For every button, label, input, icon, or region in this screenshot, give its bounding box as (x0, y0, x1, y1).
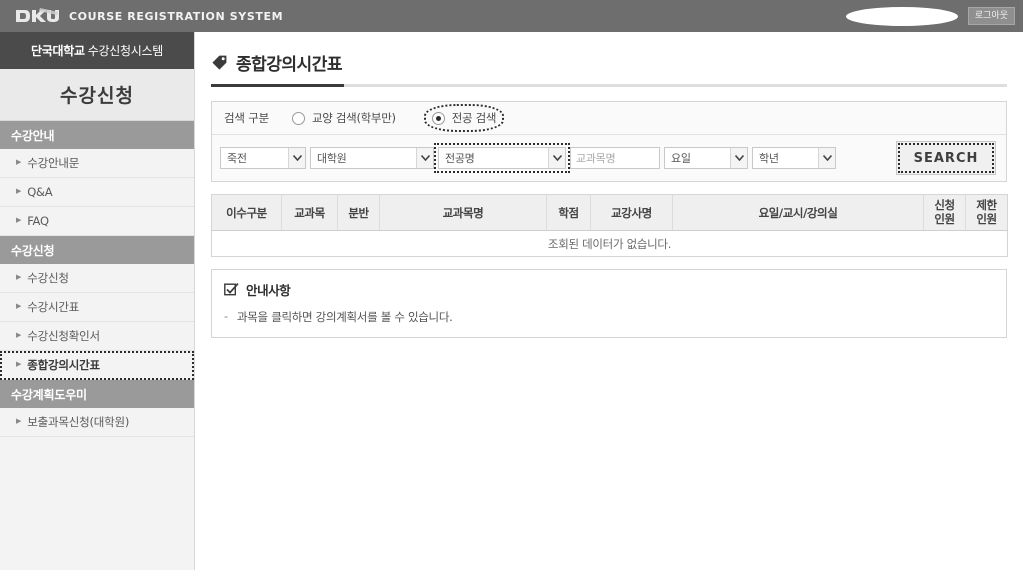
chevron-right-icon: ▶ (16, 187, 22, 195)
radio-major-icon[interactable] (431, 111, 445, 125)
college-select[interactable]: 대학원 (310, 147, 434, 169)
sidebar-item-faq[interactable]: ▶ FAQ (0, 207, 194, 236)
page-title: 종합강의시간표 (236, 55, 342, 75)
col-course-code: 교과목 (281, 194, 338, 231)
tag-icon (211, 54, 228, 71)
day-select[interactable]: 요일 (664, 147, 748, 169)
sidebar-item-label: 수강시간표 (27, 300, 80, 314)
chevron-down-icon (818, 148, 835, 168)
sidebar-item-supplementary-course[interactable]: ▶ 보출과목신청(대학원) (0, 408, 194, 437)
col-section: 분반 (337, 194, 380, 231)
radio-liberal-arts-label[interactable]: 교양 검색(학부만) (312, 110, 396, 126)
chevron-right-icon: ▶ (16, 158, 22, 166)
radio-liberal-arts-icon[interactable] (291, 111, 305, 125)
brand-title: COURSE REGISTRATION SYSTEM (69, 9, 284, 23)
empty-state-message: 조회된 데이터가 없습니다. (547, 236, 672, 251)
col-capacity-limit: 제한 인원 (965, 194, 1008, 231)
search-filters-row: 죽전 대학원 전공명 교과목명 요일 학년 SEARCH (212, 135, 1006, 181)
sidebar-item-full-timetable[interactable]: ▶ 종합강의시간표 (0, 351, 194, 380)
sidebar-group-guide: 수강안내 (0, 121, 194, 149)
col-course-title: 교과목명 (379, 194, 547, 231)
check-square-icon (224, 282, 239, 297)
sidebar-item-course-registration[interactable]: ▶ 수강신청 (0, 264, 194, 293)
search-button[interactable]: SEARCH (896, 141, 996, 175)
col-capacity-line2: 인원 (976, 211, 997, 226)
chevron-down-icon (730, 148, 747, 168)
search-type-label: 검색 구분 (224, 111, 269, 125)
radio-option-liberal-arts[interactable]: 교양 검색(학부만) (287, 107, 401, 129)
chevron-right-icon: ▶ (16, 216, 22, 224)
brand-block: COURSE REGISTRATION SYSTEM (14, 7, 283, 26)
dku-logo (14, 7, 60, 26)
top-bar: COURSE REGISTRATION SYSTEM 로그아웃 (0, 0, 1023, 32)
sidebar-item-label: 수강신청확인서 (27, 329, 100, 343)
notice-bullet: - (224, 309, 228, 323)
notice-header: 안내사항 (224, 280, 994, 299)
table-header-row: 이수구분 교과목 분반 교과목명 학점 교강사명 요일/교시/강의실 신청 인원… (211, 194, 1008, 231)
grade-select[interactable]: 학년 (752, 147, 836, 169)
col-enrolled-line1: 신청 (934, 197, 955, 212)
notice-item: - 과목을 클릭하면 강의계획서를 볼 수 있습니다. (224, 309, 994, 325)
campus-select[interactable]: 죽전 (220, 147, 306, 169)
sidebar-university-title: 단국대학교 수강신청시스템 (0, 32, 194, 69)
notice-panel: 안내사항 - 과목을 클릭하면 강의계획서를 볼 수 있습니다. (211, 269, 1007, 338)
page-header: 종합강의시간표 (211, 46, 1007, 84)
sidebar-system-name: 수강신청시스템 (87, 44, 163, 58)
col-enrolled-count: 신청 인원 (923, 194, 966, 231)
chevron-down-icon (548, 148, 565, 168)
major-select-value: 전공명 (445, 152, 475, 165)
col-schedule-room: 요일/교시/강의실 (672, 194, 924, 231)
sidebar-page-title: 수강신청 (0, 69, 194, 121)
chevron-right-icon: ▶ (16, 302, 22, 310)
logout-button[interactable]: 로그아웃 (967, 7, 1015, 25)
sidebar-item-my-timetable[interactable]: ▶ 수강시간표 (0, 293, 194, 322)
table-body: 조회된 데이터가 없습니다. (212, 231, 1008, 257)
search-panel: 검색 구분 교양 검색(학부만) 전공 검색 죽전 대학원 전공명 교과목명 요… (211, 101, 1007, 182)
main-content: 종합강의시간표 검색 구분 교양 검색(학부만) 전공 검색 죽전 대학원 전공… (195, 32, 1023, 570)
sidebar-item-registration-confirmation[interactable]: ▶ 수강신청확인서 (0, 322, 194, 351)
notice-title: 안내사항 (246, 283, 291, 298)
sidebar-group-planner: 수강계획도우미 (0, 380, 194, 408)
col-instructor: 교강사명 (590, 194, 673, 231)
col-capacity-line1: 제한 (976, 197, 997, 212)
notice-item-text: 과목을 클릭하면 강의계획서를 볼 수 있습니다. (237, 310, 453, 324)
day-select-value: 요일 (671, 152, 691, 165)
chevron-down-icon (288, 148, 305, 168)
sidebar-item-label: 종합강의시간표 (27, 358, 100, 372)
major-select[interactable]: 전공명 (434, 143, 570, 173)
app-root: COURSE REGISTRATION SYSTEM 로그아웃 단국대학교 수강신… (0, 0, 1023, 570)
sidebar-item-label: FAQ (27, 214, 49, 228)
radio-option-major[interactable]: 전공 검색 (423, 104, 505, 132)
chevron-right-icon: ▶ (16, 273, 22, 281)
sidebar-university-name: 단국대학교 (31, 44, 85, 58)
top-bar-right: 로그아웃 (845, 0, 1015, 32)
campus-select-value: 죽전 (227, 152, 247, 165)
sidebar-item-label: 수강신청 (27, 271, 69, 285)
search-type-row: 검색 구분 교양 검색(학부만) 전공 검색 (212, 102, 1006, 135)
sidebar-item-label: 보출과목신청(대학원) (27, 415, 130, 429)
sidebar: 단국대학교 수강신청시스템 수강신청 수강안내 ▶ 수강안내문 ▶ Q&A ▶ F… (0, 32, 195, 570)
col-credits: 학점 (546, 194, 591, 231)
college-select-value: 대학원 (317, 152, 347, 165)
radio-major-label[interactable]: 전공 검색 (452, 110, 497, 126)
chevron-right-icon: ▶ (16, 360, 22, 368)
grade-select-value: 학년 (759, 152, 779, 165)
user-name-redacted (845, 6, 958, 26)
sidebar-item-label: Q&A (27, 185, 53, 199)
chevron-right-icon: ▶ (16, 331, 22, 339)
sidebar-item-label: 수강안내문 (27, 156, 80, 170)
chevron-down-icon (416, 148, 433, 168)
table-empty-row: 조회된 데이터가 없습니다. (212, 231, 1008, 257)
course-results-table: 이수구분 교과목 분반 교과목명 학점 교강사명 요일/교시/강의실 신청 인원… (211, 194, 1008, 257)
sidebar-group-registration: 수강신청 (0, 236, 194, 264)
col-enrolled-line2: 인원 (934, 211, 955, 226)
col-completion-type: 이수구분 (211, 194, 282, 231)
sidebar-item-guide-doc[interactable]: ▶ 수강안내문 (0, 149, 194, 178)
course-name-input[interactable]: 교과목명 (570, 147, 660, 169)
chevron-right-icon: ▶ (16, 417, 22, 425)
sidebar-item-qna[interactable]: ▶ Q&A (0, 178, 194, 207)
title-divider (211, 84, 1007, 87)
